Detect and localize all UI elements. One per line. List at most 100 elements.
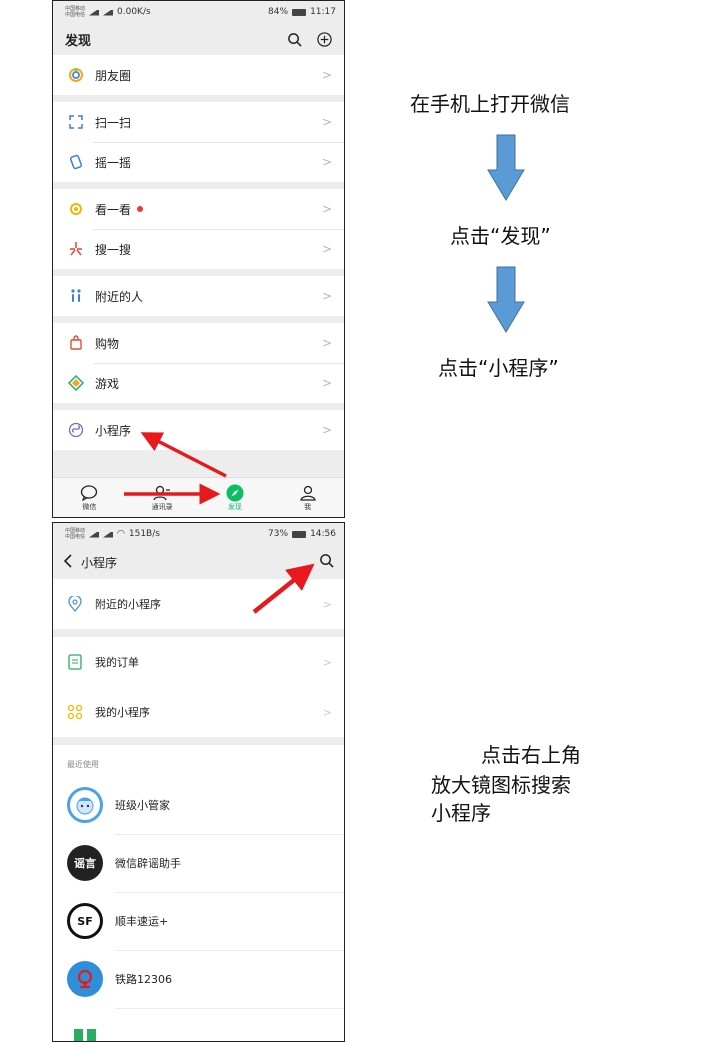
chevron-right-icon: >: [321, 423, 332, 437]
tab-me[interactable]: 我: [271, 478, 344, 517]
class-manager-logo: [67, 787, 103, 823]
chevron-right-icon: >: [322, 655, 332, 669]
chevron-right-icon: >: [321, 289, 332, 303]
moments-icon: [67, 66, 85, 84]
menu-item-label: 摇一摇: [95, 155, 132, 170]
search-icon[interactable]: [286, 31, 302, 47]
menu-item-shopping[interactable]: 购物 >: [53, 323, 344, 363]
menu-item-shake[interactable]: 摇一摇 >: [53, 142, 344, 182]
network-speed: 0.00K/s: [117, 7, 151, 17]
grid-icon: [67, 704, 83, 720]
chevron-right-icon: >: [321, 242, 332, 256]
chevron-right-icon: >: [321, 202, 332, 216]
page-title: 小程序: [81, 555, 118, 570]
recent-app-item[interactable]: 谣言 微信辟谣助手: [53, 834, 344, 892]
menu-item-label: 看一看: [95, 202, 132, 217]
mini-programs-icon: [67, 421, 85, 439]
battery-icon: [292, 8, 307, 16]
my-orders-item[interactable]: 我的订单 >: [53, 637, 344, 687]
search-icon[interactable]: [319, 553, 334, 571]
menu-item-label: 扫一扫: [95, 115, 132, 130]
orders-icon: [67, 654, 83, 670]
step-1-text: 在手机上打开微信: [410, 92, 570, 116]
railway-12306-logo: [67, 961, 103, 997]
tab-contacts[interactable]: 通讯录: [126, 478, 199, 517]
nav-bar: 发现: [53, 23, 344, 55]
status-bar: 中国移动 中国电信 ◠ 151B/s 73% 14:56: [53, 523, 344, 545]
signal-icon: [103, 531, 114, 538]
chevron-right-icon: >: [321, 376, 332, 390]
notification-dot: [137, 206, 144, 212]
recent-app-item[interactable]: 铁路12306: [53, 950, 344, 1008]
nearby-mini-programs-item[interactable]: 附近的小程序 >: [53, 579, 344, 629]
step-4-text-line2: 放大镜图标搜索: [431, 773, 571, 797]
recent-app-item-partial[interactable]: [53, 1008, 344, 1041]
clock: 11:17: [310, 7, 336, 17]
chevron-right-icon: >: [321, 155, 332, 169]
wifi-icon: ◠: [117, 529, 125, 539]
clock: 14:56: [310, 529, 336, 539]
top-stories-icon: [67, 200, 85, 218]
my-mini-programs-item[interactable]: 我的小程序 >: [53, 687, 344, 737]
location-pin-icon: [67, 596, 83, 612]
rumor-helper-logo: 谣言: [67, 845, 103, 881]
chevron-right-icon: >: [321, 115, 332, 129]
step-2-text: 点击“发现”: [450, 224, 551, 248]
scan-icon: [67, 113, 85, 131]
menu-item-mini-programs[interactable]: 小程序 >: [53, 410, 344, 450]
shake-icon: [67, 153, 85, 171]
nav-bar: 小程序: [53, 545, 344, 579]
chevron-right-icon: >: [322, 597, 332, 611]
recent-app-item[interactable]: SF 顺丰速运+: [53, 892, 344, 950]
partial-app-logo: [67, 1019, 103, 1041]
tab-chats[interactable]: 微信: [53, 478, 126, 517]
page-title: 发现: [65, 33, 92, 49]
me-icon: [299, 484, 317, 502]
discover-icon: [226, 484, 244, 502]
chevron-right-icon: >: [322, 705, 332, 719]
recent-section-label: 最近使用: [67, 760, 99, 769]
tab-label: 微信: [82, 502, 97, 511]
step-4-text-line3: 小程序: [431, 801, 491, 825]
carrier-name: 中国电信: [65, 12, 86, 18]
signal-icon: [89, 531, 100, 538]
status-bar: 中国移动 中国电信 0.00K/s 84% 11:17: [53, 1, 344, 23]
menu-item-label: 游戏: [95, 376, 120, 391]
chat-icon: [80, 484, 98, 502]
contacts-icon: [153, 484, 171, 502]
battery-icon: [292, 530, 307, 538]
menu-item-games[interactable]: 游戏 >: [53, 363, 344, 403]
chevron-right-icon: >: [321, 68, 332, 82]
menu-item-top-stories[interactable]: 看一看 >: [53, 189, 344, 229]
shopping-icon: [67, 334, 85, 352]
add-icon[interactable]: [316, 31, 332, 47]
battery-percent: 73%: [268, 529, 289, 539]
item-label: 我的订单: [95, 656, 139, 669]
menu-item-search[interactable]: 搜一搜 >: [53, 229, 344, 269]
games-icon: [67, 374, 85, 392]
item-label: 附近的小程序: [95, 598, 161, 611]
tab-discover[interactable]: 发现: [199, 478, 272, 517]
menu-item-moments[interactable]: 朋友圈 >: [53, 55, 344, 95]
menu-item-people-nearby[interactable]: 附近的人 >: [53, 276, 344, 316]
menu-item-label: 小程序: [95, 423, 132, 438]
app-name: 微信辟谣助手: [115, 857, 181, 870]
app-name: 班级小管家: [115, 799, 170, 812]
step-3-text: 点击“小程序”: [438, 356, 559, 380]
step-4-text-line1: 点击右上角: [481, 743, 581, 767]
signal-icon: [103, 9, 114, 16]
recent-app-item[interactable]: 班级小管家: [53, 776, 344, 834]
carrier-name: 中国电信: [65, 534, 86, 540]
tab-label: 发现: [227, 502, 242, 511]
item-label: 我的小程序: [95, 706, 150, 719]
flow-arrow-down: [487, 266, 525, 333]
signal-icon: [89, 9, 100, 16]
menu-item-scan[interactable]: 扫一扫 >: [53, 102, 344, 142]
flow-arrow-down: [487, 134, 525, 201]
menu-item-label: 搜一搜: [95, 242, 132, 257]
menu-item-label: 朋友圈: [95, 68, 132, 83]
app-name: 顺丰速运+: [115, 915, 169, 928]
back-icon[interactable]: [63, 553, 73, 571]
logo-text: SF: [77, 914, 93, 928]
tab-label: 我: [304, 502, 312, 511]
